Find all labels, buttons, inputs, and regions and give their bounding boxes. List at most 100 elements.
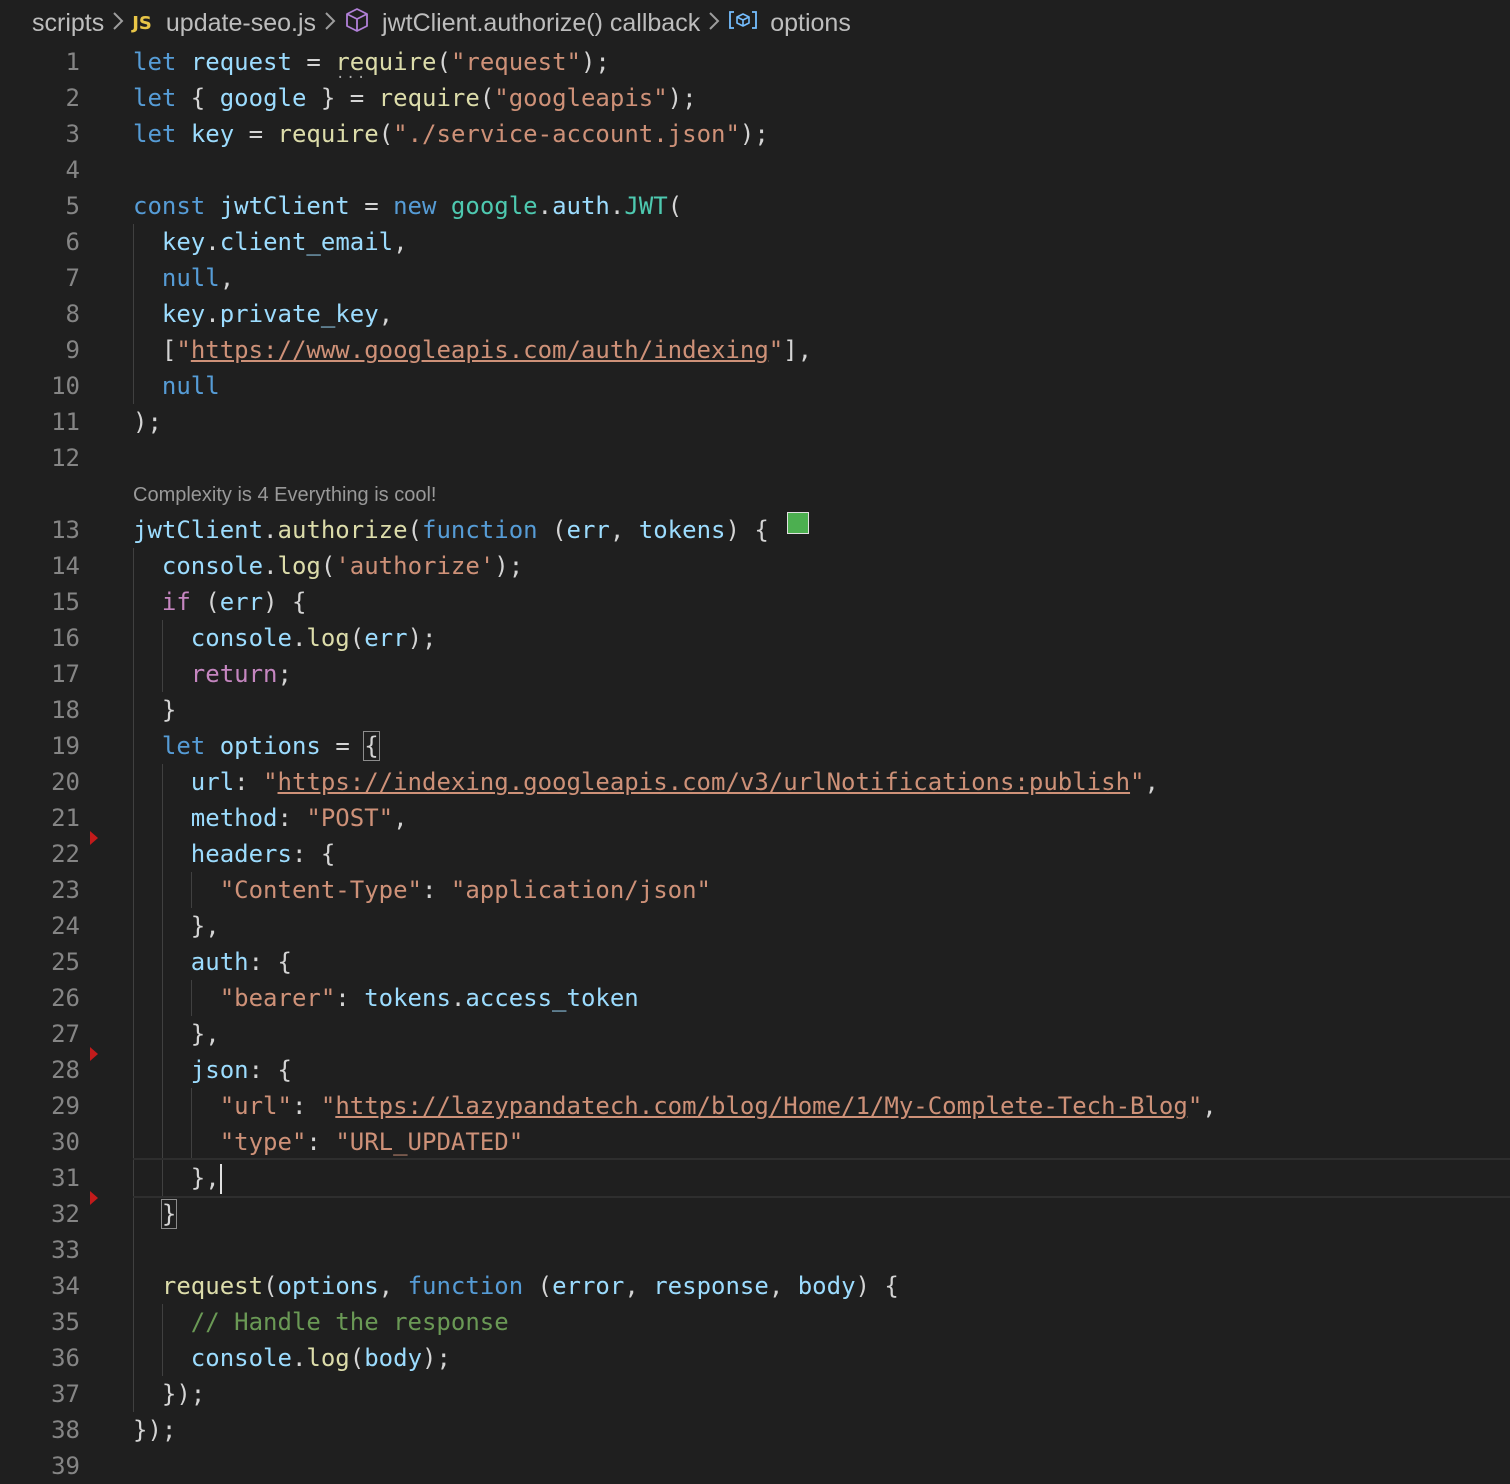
code-line[interactable]: 5 const jwtClient = new google.auth.JWT( <box>0 188 1510 224</box>
code-line[interactable]: 4 <box>0 152 1510 188</box>
code-text: auth: { <box>133 944 292 980</box>
code-token: "POST" <box>306 804 394 832</box>
code-line[interactable]: 18 } <box>0 692 1510 728</box>
code-line[interactable]: 22 headers: { <box>0 836 1510 872</box>
code-token: jwtClient <box>133 516 264 544</box>
code-token: ( <box>407 516 422 544</box>
code-token: access_token <box>465 984 639 1012</box>
code-text: let { google } = require("googleapis"); <box>133 80 697 116</box>
matched-bracket-close: } <box>160 1199 178 1229</box>
code-token: function <box>407 1272 524 1300</box>
code-line[interactable]: 7 null, <box>0 260 1510 296</box>
code-line[interactable]: 34 request(options, function (error, res… <box>0 1268 1510 1304</box>
code-token: " <box>263 768 278 796</box>
chevron-right-icon <box>708 9 720 38</box>
code-line[interactable]: 26 "bearer": tokens.access_token <box>0 980 1510 1016</box>
folding-marker-icon[interactable] <box>90 1047 98 1061</box>
code-token: . <box>450 984 466 1012</box>
code-line[interactable]: 39 <box>0 1448 1510 1484</box>
code-line[interactable]: 19 let options = { <box>0 728 1510 764</box>
code-token: log <box>277 552 321 580</box>
code-line[interactable]: 14 console.log('authorize'); <box>0 548 1510 584</box>
code-line[interactable]: 10 null <box>0 368 1510 404</box>
code-token: " <box>1130 768 1145 796</box>
code-line[interactable]: 33 <box>0 1232 1510 1268</box>
code-line[interactable]: 23 "Content-Type": "application/json" <box>0 872 1510 908</box>
code-line[interactable]: 6 key.client_email, <box>0 224 1510 260</box>
code-line[interactable]: 1 let request = require("request"); <box>0 44 1510 80</box>
code-token: require <box>335 48 437 76</box>
code-line[interactable]: 8 key.private_key, <box>0 296 1510 332</box>
code-token: null <box>161 372 220 400</box>
code-token: ( <box>436 48 451 76</box>
method-cube-icon <box>344 7 370 40</box>
folding-marker-icon[interactable] <box>90 1191 98 1205</box>
code-token: const <box>133 192 206 220</box>
code-text: let request = require("request"); <box>133 44 610 80</box>
code-line[interactable]: 30 "type": "URL_UPDATED" <box>0 1124 1510 1160</box>
code-line[interactable]: 11); <box>0 404 1510 440</box>
code-line[interactable]: 35 // Handle the response <box>0 1304 1510 1340</box>
code-token: ) { <box>725 516 769 544</box>
code-line[interactable]: 9 ["https://www.googleapis.com/auth/inde… <box>0 332 1510 368</box>
code-token: ) { <box>855 1272 899 1300</box>
code-token: JWT <box>624 192 668 220</box>
code-line[interactable]: 32 } <box>0 1196 1510 1232</box>
code-text: request(options, function (error, respon… <box>133 1268 899 1304</box>
code-text: jwtClient.authorize(function (err, token… <box>133 512 810 548</box>
line-number: 36 <box>51 1344 80 1372</box>
code-line[interactable]: 36 console.log(body); <box>0 1340 1510 1376</box>
code-line[interactable]: 25 auth: { <box>0 944 1510 980</box>
code-token: . <box>291 1344 307 1372</box>
code-token: = <box>291 48 336 76</box>
folding-marker-icon[interactable] <box>90 831 98 845</box>
line-number: 35 <box>51 1308 80 1336</box>
code-line[interactable]: 28 json: { <box>0 1052 1510 1088</box>
code-line[interactable]: 2 let { google } = require("googleapis"); <box>0 80 1510 116</box>
code-line[interactable]: 31 }, <box>0 1160 1510 1196</box>
complexity-codelens[interactable]: Complexity is 4 Everything is cool! <box>133 480 436 510</box>
code-token: } = <box>306 84 379 112</box>
code-token: "bearer" <box>219 984 336 1012</box>
code-line[interactable]: 27 }, <box>0 1016 1510 1052</box>
breadcrumb-scope[interactable]: jwtClient.authorize() callback <box>344 7 700 40</box>
code-token: ( <box>378 120 394 148</box>
code-line[interactable]: 20 url: "https://indexing.googleapis.com… <box>0 764 1510 800</box>
breadcrumb-symbol[interactable]: options <box>728 9 851 38</box>
code-line[interactable]: 37 }); <box>0 1376 1510 1412</box>
code-line[interactable]: 15 if (err) { <box>0 584 1510 620</box>
code-token: , <box>609 516 639 544</box>
line-number: 20 <box>51 768 80 796</box>
code-token: ], <box>783 336 813 364</box>
code-line[interactable]: 16 console.log(err); <box>0 620 1510 656</box>
code-line[interactable]: 13 jwtClient.authorize(function (err, tok… <box>0 512 1510 548</box>
code-token: method <box>190 804 278 832</box>
code-line[interactable]: 21 method: "POST", <box>0 800 1510 836</box>
line-number: 18 <box>51 696 80 724</box>
code-text: "url": "https://lazypandatech.com/blog/H… <box>133 1088 1217 1124</box>
line-number: 27 <box>51 1020 80 1048</box>
code-editor[interactable]: Complexity is 4 Everything is cool! ··· … <box>0 44 1510 1480</box>
code-token: err <box>566 516 610 544</box>
code-token: ); <box>667 84 697 112</box>
breadcrumb-file[interactable]: JS update-seo.js <box>132 9 316 38</box>
line-number: 10 <box>51 372 80 400</box>
code-line[interactable]: 29 "url": "https://lazypandatech.com/blo… <box>0 1088 1510 1124</box>
line-number: 14 <box>51 552 80 580</box>
breadcrumb: scripts JS update-seo.js jwtClient.autho… <box>0 0 1510 46</box>
code-line[interactable]: 12 <box>0 440 1510 476</box>
code-line[interactable]: 3 let key = require("./service-account.js… <box>0 116 1510 152</box>
code-line[interactable]: 17 return; <box>0 656 1510 692</box>
code-text: key.client_email, <box>133 224 408 260</box>
code-line[interactable]: 24 }, <box>0 908 1510 944</box>
code-token: ( <box>349 624 365 652</box>
code-token: let <box>133 48 177 76</box>
code-line[interactable]: 38}); <box>0 1412 1510 1448</box>
code-token: ( <box>667 192 683 220</box>
breadcrumb-folder[interactable]: scripts <box>32 9 104 38</box>
